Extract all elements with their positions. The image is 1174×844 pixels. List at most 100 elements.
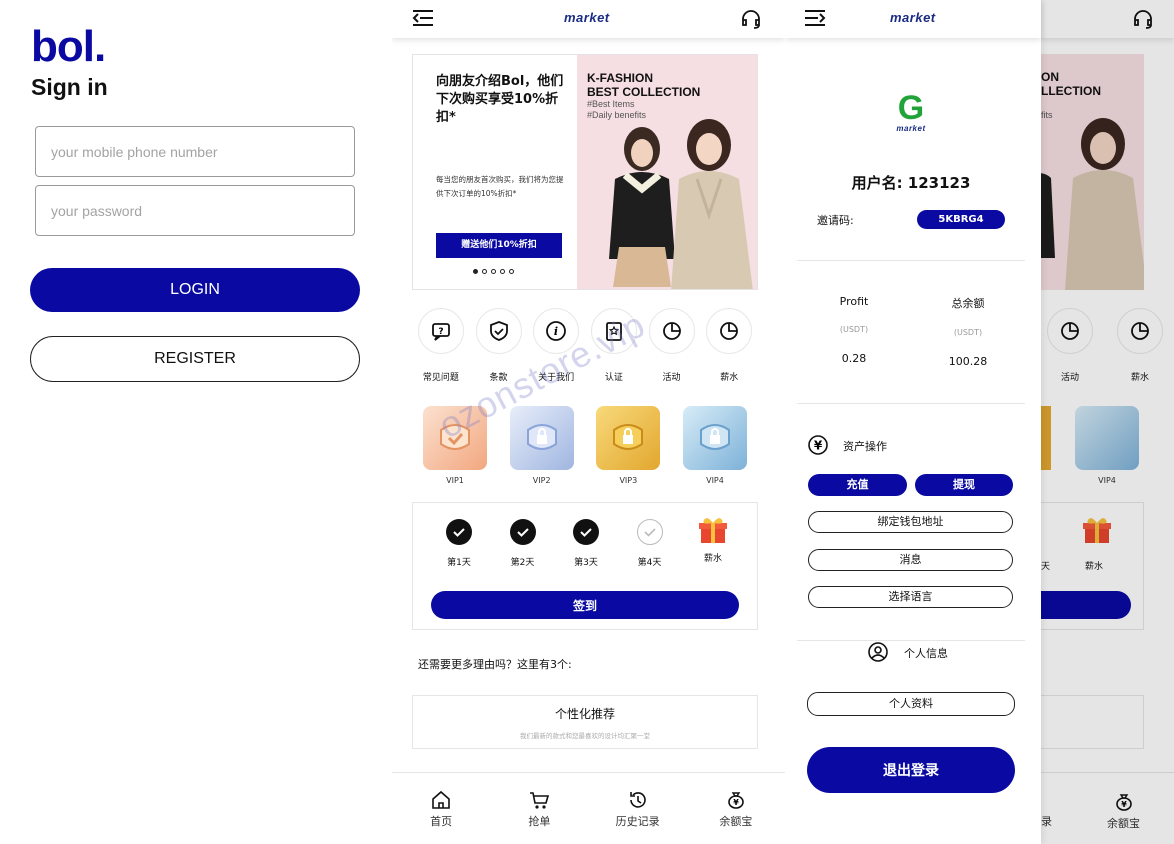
fashion-image: K-FASHION BEST COLLECTION #Best Items #Dai… (577, 55, 757, 289)
login-button[interactable]: LOGIN (30, 268, 360, 312)
vip-card[interactable]: VIP2 (509, 406, 575, 485)
pie-chart-icon (648, 308, 695, 354)
svg-text:¥: ¥ (733, 798, 739, 807)
phone-input[interactable] (35, 126, 355, 177)
vip-card[interactable]: VIP4 (682, 406, 748, 485)
password-input[interactable] (35, 185, 355, 236)
stat-value: 100.28 (948, 355, 988, 368)
app-logo: G market (891, 89, 931, 133)
stat-title: 总余额 (951, 297, 985, 310)
headset-icon[interactable] (740, 8, 762, 34)
background-page: ON LLECTION fits 活动 薪水 VIP4 天 薪水 录 ¥ 余额宝 (1041, 0, 1174, 844)
feature-card[interactable]: 个性化推荐 我们最新的款式和您最喜欢的设计均汇聚一堂 (412, 695, 758, 749)
bottom-tab-bar: 首页 抢单 历史记录 ¥ 余额宝 (392, 772, 785, 844)
invite-code-badge[interactable]: 5KBRG4 (917, 210, 1005, 229)
tab-label: 首页 (430, 815, 453, 828)
bind-wallet-button[interactable]: 绑定钱包地址 (808, 511, 1013, 533)
money-bag-icon: ¥ (728, 792, 744, 809)
vip4-badge-icon (682, 406, 747, 470)
checkin-button[interactable]: 签到 (431, 591, 739, 619)
question-chat-icon: ? (417, 308, 464, 354)
user-circle-icon (867, 641, 889, 667)
menu-collapse-icon[interactable] (412, 9, 434, 31)
language-button[interactable]: 选择语言 (808, 586, 1013, 608)
brand-logo: market (564, 10, 610, 25)
tab-home[interactable]: 首页 (401, 789, 481, 844)
tab-label: 历史记录 (615, 815, 660, 828)
feature-subtitle: 我们最新的款式和您最喜欢的设计均汇聚一堂 (520, 732, 650, 740)
overlay-shade[interactable] (1041, 0, 1174, 844)
vip3-badge-icon (596, 406, 661, 470)
icon-label: 常见问题 (422, 373, 459, 383)
tab-label: 余额宝 (719, 815, 753, 828)
checkin-day: 第3天 (560, 519, 612, 568)
day-label: 第3天 (574, 558, 598, 568)
vip-card[interactable]: VIP3 (595, 406, 661, 485)
recharge-button[interactable]: 充值 (808, 474, 907, 496)
day-label: 第4天 (637, 558, 662, 568)
promo-banner[interactable]: 向朋友介绍Bol，他们下次购买享受10%折扣* 每当您的朋友首次购买，我们将为您… (412, 54, 758, 290)
logo-letter: G (897, 89, 925, 127)
vip2-badge-icon (509, 406, 574, 470)
icon-label: 薪水 (720, 373, 739, 383)
check-icon (446, 519, 472, 545)
faq-item[interactable]: ? 常见问题 (412, 308, 470, 383)
withdraw-button[interactable]: 提现 (915, 474, 1013, 496)
svg-text:?: ? (438, 327, 443, 337)
events-item[interactable]: 活动 (643, 308, 701, 383)
pie-chart-icon (706, 308, 753, 354)
stat-value: 0.28 (841, 352, 867, 365)
profile-button[interactable]: 个人资料 (807, 692, 1015, 716)
balance-stat: 总余额 (USDT) 100.28 (913, 295, 1023, 368)
tab-balance[interactable]: ¥ 余额宝 (696, 789, 776, 844)
svg-text:i: i (554, 325, 558, 338)
models-illustration (609, 119, 753, 289)
tab-grab-order[interactable]: 抢单 (499, 789, 579, 844)
logout-button[interactable]: 退出登录 (807, 747, 1015, 793)
drawer-panel: ON LLECTION fits 活动 薪水 VIP4 天 薪水 录 ¥ 余额宝 m… (785, 0, 1174, 844)
svg-text:¥: ¥ (814, 439, 823, 453)
icon-label: 认证 (604, 373, 623, 383)
day-label: 第1天 (447, 558, 471, 568)
home-icon (432, 790, 450, 809)
checkin-day: 第4天 (624, 519, 676, 568)
icon-label: 活动 (662, 373, 681, 383)
home-panel: market 向朋友介绍Bol，他们下次购买享受10%折扣* 每当您的朋友首次购… (392, 0, 785, 844)
banner-headline: 向朋友介绍Bol，他们下次购买享受10%折扣* (436, 74, 564, 125)
banner-button[interactable]: 赠送他们10%折扣 (436, 233, 562, 258)
vip-label: VIP1 (446, 476, 464, 485)
personal-section-title: 个人信息 (904, 647, 948, 660)
page-title: Sign in (31, 74, 108, 100)
checkin-days: 第1天 第2天 第3天 第4天 薪水 (433, 518, 739, 568)
stat-unit: (USDT) (953, 328, 983, 337)
banner-subtext: 每当您的朋友首次购买，我们将为您提供下次订单的10%折扣* (436, 175, 564, 198)
salary-item[interactable]: 薪水 (700, 308, 758, 383)
asset-section-title: 资产操作 (843, 440, 887, 453)
menu-expand-icon[interactable] (804, 9, 826, 31)
stat-unit: (USDT) (839, 325, 869, 334)
bol-logo: bol. (31, 22, 106, 71)
gift-icon (696, 515, 730, 545)
register-button[interactable]: REGISTER (30, 336, 360, 382)
header: market (392, 0, 785, 38)
yen-circle-icon: ¥ (807, 434, 829, 460)
tab-label: 抢单 (528, 815, 551, 828)
divider (797, 640, 1025, 641)
brand-logo: market (890, 10, 936, 25)
username: 用户名: 123123 (851, 174, 971, 192)
day-label: 薪水 (703, 554, 722, 564)
divider (797, 260, 1025, 261)
check-outline-icon (636, 519, 663, 545)
check-icon (573, 519, 599, 545)
tab-history[interactable]: 历史记录 (598, 789, 678, 844)
more-reasons-text: 还需要更多理由吗？这里有3个: (418, 658, 572, 671)
shield-check-icon (475, 308, 522, 354)
side-drawer: market G market 用户名: 123123 邀请码: 5KBRG4 … (785, 0, 1041, 844)
drawer-header: market (785, 0, 1041, 38)
carousel-dots[interactable] (473, 269, 514, 274)
messages-button[interactable]: 消息 (808, 549, 1013, 571)
checkin-day: 第2天 (497, 519, 549, 568)
vip-label: VIP3 (619, 476, 638, 485)
day-label: 第2天 (510, 558, 535, 568)
vip-label: VIP4 (706, 476, 724, 485)
